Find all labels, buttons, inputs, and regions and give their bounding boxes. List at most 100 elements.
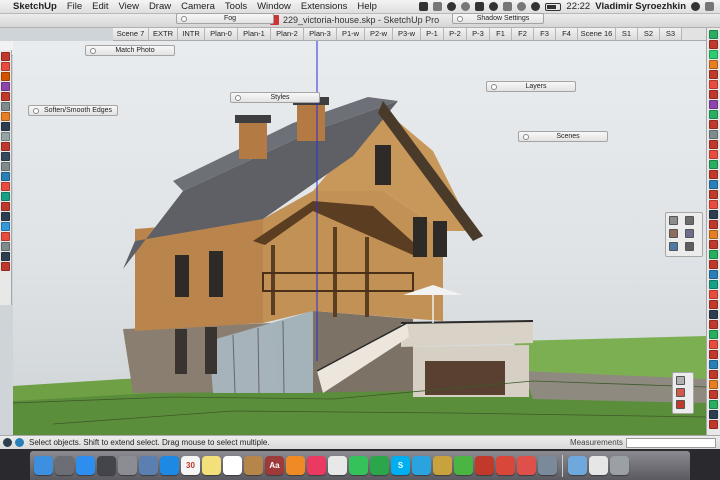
left-tool-1-icon[interactable]: [1, 52, 10, 61]
back-view-icon[interactable]: [669, 242, 678, 251]
menu-file[interactable]: File: [62, 1, 87, 12]
match-photo-panel[interactable]: Match Photo: [85, 45, 175, 56]
system-preferences-icon[interactable]: [118, 456, 137, 475]
left-tool-13-icon[interactable]: [1, 172, 10, 181]
left-tool-12-icon[interactable]: [1, 162, 10, 171]
menu-app[interactable]: SketchUp: [8, 1, 62, 12]
tab-intr[interactable]: INTR: [178, 28, 205, 40]
styles-panel[interactable]: Styles: [230, 92, 320, 103]
tab-f4[interactable]: F4: [556, 28, 578, 40]
messages-icon[interactable]: [349, 456, 368, 475]
preview-icon[interactable]: [139, 456, 158, 475]
launchpad-icon[interactable]: [55, 456, 74, 475]
right-tool-35-icon[interactable]: [709, 370, 718, 379]
tab-f1[interactable]: F1: [490, 28, 512, 40]
right-tool-3-icon[interactable]: [709, 50, 718, 59]
right-tool-26-icon[interactable]: [709, 280, 718, 289]
right-tool-38-icon[interactable]: [709, 400, 718, 409]
volume-icon[interactable]: [503, 2, 513, 11]
notification-center-icon[interactable]: [705, 2, 714, 11]
tab-scene-7[interactable]: Scene 7: [113, 28, 149, 40]
left-tool-16-icon[interactable]: [1, 202, 10, 211]
right-tool-40-icon[interactable]: [709, 420, 718, 429]
right-tool-39-icon[interactable]: [709, 410, 718, 419]
front-view-icon[interactable]: [669, 229, 678, 238]
mission-control-icon[interactable]: [97, 456, 116, 475]
left-tool-20-icon[interactable]: [1, 242, 10, 251]
right-tool-23-icon[interactable]: [709, 250, 718, 259]
left-tool-5-icon[interactable]: [1, 92, 10, 101]
evernote-icon[interactable]: [454, 456, 473, 475]
right-tool-13-icon[interactable]: [709, 150, 718, 159]
section-display-icon[interactable]: [676, 388, 685, 397]
right-tool-11-icon[interactable]: [709, 130, 718, 139]
right-tool-21-icon[interactable]: [709, 230, 718, 239]
tab-p3-w[interactable]: P3-w: [393, 28, 421, 40]
house-model[interactable]: [13, 41, 706, 435]
info-icon[interactable]: [3, 438, 12, 447]
clock[interactable]: 22:22: [566, 1, 590, 12]
left-tool-8-icon[interactable]: [1, 122, 10, 131]
style-builder-icon[interactable]: [517, 456, 536, 475]
right-tool-25-icon[interactable]: [709, 270, 718, 279]
right-tool-8-icon[interactable]: [709, 100, 718, 109]
soften-edges-panel[interactable]: Soften/Smooth Edges: [28, 105, 118, 116]
right-tool-27-icon[interactable]: [709, 290, 718, 299]
tab-p-3[interactable]: P-3: [467, 28, 490, 40]
tab-f3[interactable]: F3: [534, 28, 556, 40]
left-tool-22-icon[interactable]: [1, 262, 10, 271]
top-view-icon[interactable]: [685, 216, 694, 225]
tab-plan-2[interactable]: Plan-2: [271, 28, 304, 40]
document-icon[interactable]: [589, 456, 608, 475]
menu-edit[interactable]: Edit: [87, 1, 113, 12]
model-viewport[interactable]: [13, 41, 706, 435]
menu-view[interactable]: View: [114, 1, 144, 12]
bluetooth-icon[interactable]: [461, 2, 471, 11]
dictionary-icon[interactable]: Aa: [265, 456, 284, 475]
left-tool-9-icon[interactable]: [1, 132, 10, 141]
app-store-icon[interactable]: [76, 456, 95, 475]
tab-p1-w[interactable]: P1-w: [337, 28, 365, 40]
layout-icon[interactable]: [496, 456, 515, 475]
right-tool-17-icon[interactable]: [709, 190, 718, 199]
sketchup-app-icon[interactable]: [433, 456, 452, 475]
right-tool-18-icon[interactable]: [709, 200, 718, 209]
menu-help[interactable]: Help: [352, 1, 382, 12]
tab-extr[interactable]: EXTR: [149, 28, 178, 40]
shadow-settings-panel[interactable]: Shadow Settings: [452, 13, 544, 24]
notes-icon[interactable]: [202, 456, 221, 475]
help-icon[interactable]: [15, 438, 24, 447]
tab-p-1[interactable]: P-1: [421, 28, 444, 40]
calendar-icon[interactable]: 30: [181, 456, 200, 475]
facetime-icon[interactable]: [370, 456, 389, 475]
right-tool-19-icon[interactable]: [709, 210, 718, 219]
finder-icon[interactable]: [34, 456, 53, 475]
right-tool-22-icon[interactable]: [709, 240, 718, 249]
tab-scene-16[interactable]: Scene 16: [578, 28, 616, 40]
menu-tools[interactable]: Tools: [220, 1, 252, 12]
right-tool-2-icon[interactable]: [709, 40, 718, 49]
right-tool-36-icon[interactable]: [709, 380, 718, 389]
left-tool-14-icon[interactable]: [1, 182, 10, 191]
right-tool-5-icon[interactable]: [709, 70, 718, 79]
battery-icon[interactable]: [545, 2, 562, 11]
scenes-panel[interactable]: Scenes: [518, 131, 608, 142]
fog-panel[interactable]: Fog: [176, 13, 274, 24]
drive-icon[interactable]: [475, 2, 485, 11]
folder-icon[interactable]: [568, 456, 587, 475]
tab-s2[interactable]: S2: [638, 28, 660, 40]
left-tool-21-icon[interactable]: [1, 252, 10, 261]
tab-p-2[interactable]: P-2: [444, 28, 467, 40]
section-cut-icon[interactable]: [676, 400, 685, 409]
right-tool-6-icon[interactable]: [709, 80, 718, 89]
menu-extensions[interactable]: Extensions: [296, 1, 352, 12]
tab-plan-3[interactable]: Plan-3: [304, 28, 337, 40]
right-tool-30-icon[interactable]: [709, 320, 718, 329]
safari-icon[interactable]: [160, 456, 179, 475]
timemachine-icon[interactable]: [531, 2, 541, 11]
right-tool-14-icon[interactable]: [709, 160, 718, 169]
menu-window[interactable]: Window: [252, 1, 296, 12]
itunes-icon[interactable]: [307, 456, 326, 475]
menu-draw[interactable]: Draw: [144, 1, 176, 12]
language-icon[interactable]: [517, 2, 527, 11]
